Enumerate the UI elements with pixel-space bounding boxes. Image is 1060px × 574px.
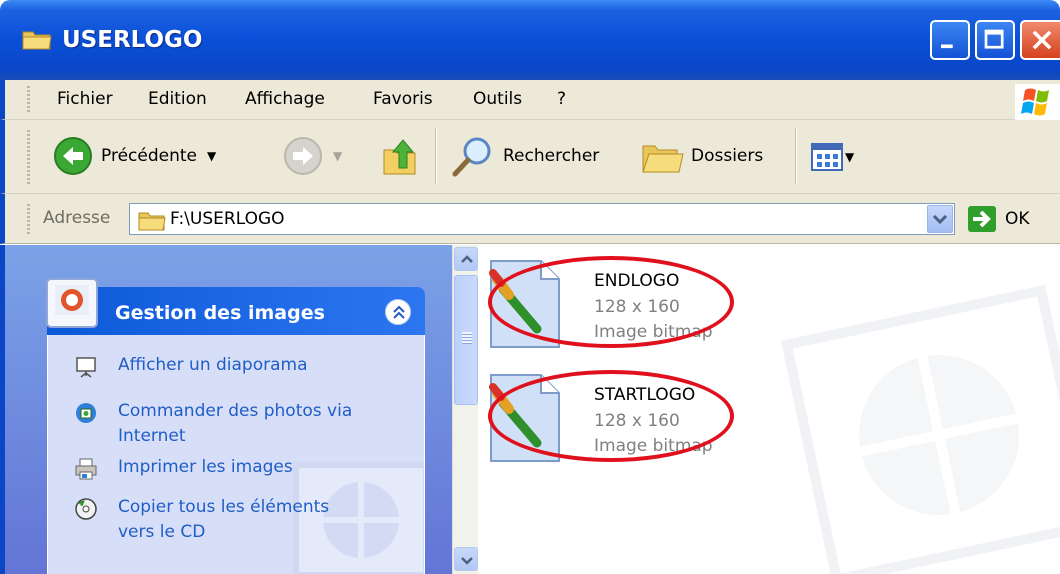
address-grip[interactable] xyxy=(27,204,30,234)
task-slideshow-label: Afficher un diaporama xyxy=(118,355,308,375)
back-dropdown-icon[interactable]: ▼ xyxy=(207,149,216,163)
task-print-images[interactable]: Imprimer les images xyxy=(74,455,293,481)
menu-help[interactable]: ? xyxy=(557,89,566,109)
address-dropdown-button[interactable] xyxy=(927,205,953,233)
task-copy-to-cd-label: Copier tous les éléments vers le CD xyxy=(118,497,330,542)
bitmap-file-icon xyxy=(489,374,560,462)
file-list[interactable]: ENDLOGO 128 x 160 Image bitmap STARTLOGO… xyxy=(479,245,1060,574)
views-dropdown-icon[interactable]: ▼ xyxy=(845,150,854,164)
chevron-up-icon xyxy=(461,255,473,263)
image-tasks-header[interactable]: Gestion des images xyxy=(47,287,425,335)
task-copy-to-cd[interactable]: Copier tous les éléments vers le CD xyxy=(74,495,354,545)
toolbar: Précédente ▼ ▼ Rechercher Dossiers ▼ xyxy=(0,120,1060,194)
chevron-down-icon xyxy=(461,557,473,565)
menu-outils[interactable]: Outils xyxy=(473,89,522,109)
up-folder-button[interactable] xyxy=(381,134,423,178)
toolbar-separator xyxy=(435,128,437,184)
windows-logo-icon xyxy=(1015,84,1060,120)
menu-bar: Fichier Edition Affichage Favoris Outils… xyxy=(0,80,1060,120)
image-tasks-body: Afficher un diaporama Commander des phot… xyxy=(47,335,425,574)
address-input[interactable]: F:\USERLOGO xyxy=(129,203,955,235)
forward-dropdown-icon[interactable]: ▼ xyxy=(333,149,342,163)
toolbar-separator xyxy=(795,128,797,184)
chevron-up-icon xyxy=(393,305,405,319)
file-name: STARTLOGO xyxy=(594,385,696,405)
file-item-endlogo[interactable]: ENDLOGO 128 x 160 Image bitmap xyxy=(489,259,769,369)
collapse-button[interactable] xyxy=(385,299,411,325)
maximize-button[interactable] xyxy=(975,20,1015,60)
minimize-button[interactable] xyxy=(930,20,970,60)
task-pane-scrollbar[interactable] xyxy=(452,245,478,574)
maximize-icon xyxy=(984,29,1004,49)
back-label: Précédente xyxy=(101,146,197,166)
views-button[interactable]: ▼ xyxy=(811,142,854,172)
file-dimensions: 128 x 160 xyxy=(594,297,680,317)
search-label: Rechercher xyxy=(503,146,600,166)
scroll-thumb[interactable] xyxy=(454,275,478,405)
task-slideshow[interactable]: Afficher un diaporama xyxy=(74,353,308,379)
printer-icon xyxy=(75,458,97,480)
image-tasks-title: Gestion des images xyxy=(115,302,325,324)
file-type: Image bitmap xyxy=(594,436,713,456)
close-icon xyxy=(1032,30,1052,50)
forward-button[interactable]: ▼ xyxy=(283,136,342,176)
file-name: ENDLOGO xyxy=(594,271,680,291)
picture-tasks-icon xyxy=(46,278,98,328)
title-bar[interactable]: USERLOGO xyxy=(0,0,1060,80)
file-item-startlogo[interactable]: STARTLOGO 128 x 160 Image bitmap xyxy=(489,373,769,483)
search-icon xyxy=(452,137,491,177)
address-label: Adresse xyxy=(43,208,111,228)
slideshow-icon xyxy=(76,357,96,378)
bitmap-file-icon xyxy=(489,260,560,348)
menu-affichage[interactable]: Affichage xyxy=(245,89,325,109)
task-pane: Gestion des images Afficher un diaporama xyxy=(0,245,452,574)
address-bar: Adresse F:\USERLOGO OK xyxy=(0,194,1060,244)
menu-edition[interactable]: Edition xyxy=(148,89,207,109)
task-print-images-label: Imprimer les images xyxy=(118,457,293,477)
menu-fichier[interactable]: Fichier xyxy=(57,89,113,109)
views-icon xyxy=(811,143,843,171)
go-button[interactable]: OK xyxy=(967,205,1030,233)
search-button[interactable]: Rechercher xyxy=(449,134,599,178)
toolbar-grip[interactable] xyxy=(27,130,30,184)
task-order-photos-label: Commander des photos via Internet xyxy=(118,401,353,446)
cd-copy-icon xyxy=(75,498,97,520)
task-order-photos[interactable]: Commander des photos via Internet xyxy=(74,399,364,449)
close-button[interactable] xyxy=(1020,20,1060,60)
window-title: USERLOGO xyxy=(62,27,203,53)
scroll-down-button[interactable] xyxy=(454,547,478,571)
minimize-icon xyxy=(941,44,953,49)
file-type: Image bitmap xyxy=(594,322,713,342)
scroll-up-button[interactable] xyxy=(454,247,478,271)
back-arrow-icon xyxy=(54,137,92,175)
back-button[interactable]: Précédente ▼ xyxy=(53,136,216,176)
folders-button[interactable]: Dossiers xyxy=(641,136,763,176)
folder-icon xyxy=(22,31,52,50)
menu-grip[interactable] xyxy=(27,86,30,114)
order-photos-icon xyxy=(76,403,96,423)
go-label: OK xyxy=(1005,209,1030,229)
scroll-thumb-grip xyxy=(462,332,472,344)
chevron-down-icon xyxy=(932,214,948,225)
file-dimensions: 128 x 160 xyxy=(594,411,680,431)
up-folder-icon xyxy=(383,139,416,175)
menu-favoris[interactable]: Favoris xyxy=(373,89,433,109)
picture-watermark-icon xyxy=(780,285,1060,574)
forward-arrow-icon xyxy=(284,137,322,175)
go-arrow-icon xyxy=(968,206,996,232)
address-value: F:\USERLOGO xyxy=(170,209,285,229)
folders-icon xyxy=(642,145,684,173)
folders-label: Dossiers xyxy=(691,146,764,166)
folder-icon xyxy=(138,212,166,231)
